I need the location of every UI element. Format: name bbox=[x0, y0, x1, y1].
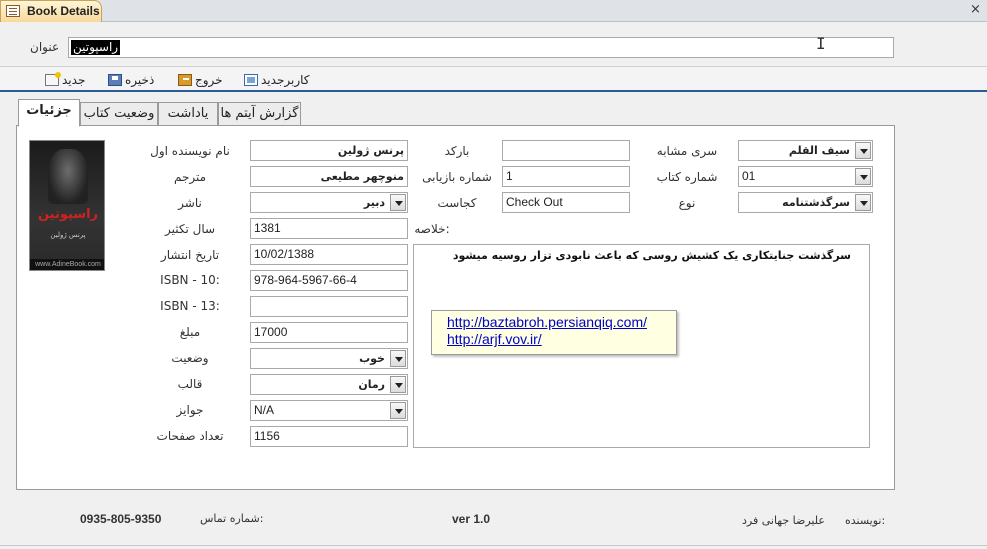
isbn13-label: ISBN - 13: bbox=[160, 299, 220, 313]
barcode-field[interactable] bbox=[502, 140, 630, 161]
location-label: کجاست bbox=[437, 196, 477, 210]
author-field[interactable]: پرنس ژولین bbox=[250, 140, 408, 161]
awards-value: N/A bbox=[254, 403, 275, 417]
series-combo[interactable]: سیف القلم bbox=[738, 140, 873, 161]
translator-field[interactable]: منوچهر مطیعی bbox=[250, 166, 408, 187]
book-number-combo[interactable]: 01 bbox=[738, 166, 873, 187]
tab-details[interactable]: جزئیات bbox=[18, 99, 80, 127]
new-button-label: جدید bbox=[62, 73, 86, 87]
retrieval-number-label: شماره بازیابی bbox=[422, 170, 492, 184]
chevron-down-icon[interactable] bbox=[390, 350, 406, 367]
new-user-button-label: کاربرجدید bbox=[261, 73, 310, 87]
save-button-label: ذخیره bbox=[125, 73, 155, 87]
tooltip-link-1[interactable]: http://baztabroh.persianqiq.com/ bbox=[447, 314, 676, 331]
text-cursor-icon: I bbox=[816, 34, 826, 53]
publish-date-label: تاریخ انتشار bbox=[160, 248, 220, 262]
book-number-label: شماره کتاب bbox=[656, 170, 718, 184]
form-icon bbox=[6, 5, 20, 17]
toolbar: جدید ذخیره خروج کاربرجدید bbox=[0, 66, 987, 92]
exit-button-label: خروج bbox=[195, 73, 223, 87]
footer-author-label: نویسنده: bbox=[845, 514, 886, 527]
new-record-icon bbox=[45, 72, 61, 86]
awards-combo[interactable]: N/A bbox=[250, 400, 408, 421]
publisher-value: دبیر bbox=[363, 196, 385, 209]
translator-label: مترجم bbox=[173, 170, 207, 184]
location-field[interactable]: Check Out bbox=[502, 192, 630, 213]
author-label: نام نویسنده اول bbox=[150, 144, 230, 158]
new-button[interactable]: جدید bbox=[45, 71, 85, 89]
links-tooltip: http://baztabroh.persianqiq.com/ http://… bbox=[431, 310, 677, 355]
chevron-down-icon[interactable] bbox=[390, 376, 406, 393]
isbn10-label: ISBN - 10: bbox=[160, 273, 220, 287]
condition-value: خوب bbox=[359, 352, 385, 365]
chevron-down-icon[interactable] bbox=[390, 402, 406, 419]
publish-date-field[interactable]: 10/02/1388 bbox=[250, 244, 408, 265]
footer-divider bbox=[0, 545, 987, 546]
chevron-down-icon[interactable] bbox=[855, 168, 871, 185]
footer-phone-label: شماره تماس: bbox=[200, 512, 264, 525]
genre-label: نوع bbox=[678, 196, 696, 210]
condition-combo[interactable]: خوب bbox=[250, 348, 408, 369]
title-field[interactable]: راسپوتین bbox=[68, 37, 894, 58]
document-tab[interactable]: Book Details bbox=[0, 0, 102, 22]
cover-author: پرنس ژولین bbox=[50, 231, 86, 239]
book-number-value: 01 bbox=[742, 169, 756, 183]
summary-label: خلاصه: bbox=[414, 222, 450, 236]
chevron-down-icon[interactable] bbox=[855, 194, 871, 211]
footer-phone: 0935-805-9350 bbox=[80, 512, 162, 526]
title-label: عنوان bbox=[30, 40, 60, 54]
footer-version: ver 1.0 bbox=[452, 512, 491, 526]
series-label: سری مشابه bbox=[656, 144, 718, 158]
condition-label: وضعیت bbox=[171, 351, 209, 365]
genre-value: سرگذشتنامه bbox=[782, 196, 850, 209]
isbn10-field[interactable]: 978-964-5967-66-4 bbox=[250, 270, 408, 291]
close-icon[interactable]: × bbox=[970, 2, 981, 17]
format-combo[interactable]: رمان bbox=[250, 374, 408, 395]
book-cover-image: راسپوتین پرنس ژولین www.AdineBook.com bbox=[29, 140, 105, 271]
exit-icon bbox=[178, 74, 192, 86]
barcode-label: بارکد bbox=[444, 144, 470, 158]
genre-combo[interactable]: سرگذشتنامه bbox=[738, 192, 873, 213]
pages-field[interactable]: 1156 bbox=[250, 426, 408, 447]
save-icon bbox=[108, 74, 122, 86]
retrieval-number-field[interactable]: 1 bbox=[502, 166, 630, 187]
reprint-year-label: سال تکثیر bbox=[164, 222, 216, 236]
chevron-down-icon[interactable] bbox=[855, 142, 871, 159]
isbn13-field[interactable] bbox=[250, 296, 408, 317]
tab-item-report[interactable]: گزارش آیتم ها bbox=[218, 102, 301, 126]
document-tab-bar bbox=[0, 0, 987, 22]
chevron-down-icon[interactable] bbox=[390, 194, 406, 211]
publisher-label: ناشر bbox=[178, 196, 202, 210]
title-field-value: راسپوتین bbox=[71, 40, 121, 55]
tooltip-link-2[interactable]: http://arjf.vov.ir/ bbox=[447, 331, 676, 348]
series-value: سیف القلم bbox=[788, 144, 850, 157]
exit-button[interactable]: خروج bbox=[178, 71, 223, 89]
awards-label: جوایز bbox=[176, 403, 204, 417]
cover-footer: www.AdineBook.com bbox=[30, 259, 104, 270]
save-button[interactable]: ذخیره bbox=[108, 71, 154, 89]
summary-text: سرگذشت جنایتکاری یک کشیش روسی که باعث نا… bbox=[452, 249, 851, 262]
price-label: مبلغ bbox=[179, 325, 201, 339]
new-user-button[interactable]: کاربرجدید bbox=[244, 71, 309, 89]
tab-notes[interactable]: یاداشت bbox=[158, 102, 218, 126]
price-field[interactable]: 17000 bbox=[250, 322, 408, 343]
cover-portrait bbox=[48, 149, 88, 204]
document-tab-label: Book Details bbox=[27, 4, 100, 18]
publisher-combo[interactable]: دبیر bbox=[250, 192, 408, 213]
format-value: رمان bbox=[358, 378, 385, 391]
cover-title: راسپوتین bbox=[37, 207, 99, 222]
tab-book-status[interactable]: وضعیت کتاب bbox=[80, 102, 158, 126]
pages-label: تعداد صفحات bbox=[156, 429, 224, 443]
footer-author-name: علیرضا جهانی فرد bbox=[742, 514, 825, 527]
reprint-year-field[interactable]: 1381 bbox=[250, 218, 408, 239]
format-label: قالب bbox=[177, 377, 203, 391]
user-form-icon bbox=[244, 74, 258, 86]
